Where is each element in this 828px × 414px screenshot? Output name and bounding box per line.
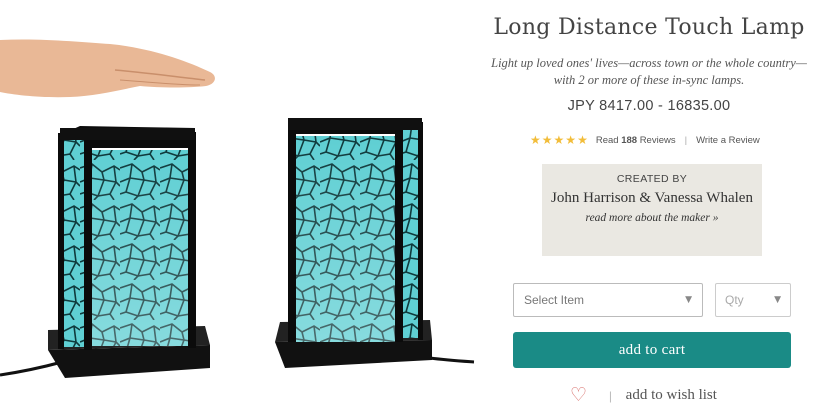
- qty-dropdown[interactable]: Qty ▼: [715, 283, 791, 317]
- review-separator: |: [684, 134, 688, 146]
- product-info: Long Distance Touch Lamp Light up loved …: [490, 0, 828, 414]
- qty-placeholder: Qty: [725, 293, 744, 307]
- chevron-down-icon: ▼: [774, 295, 781, 305]
- maker-box: CREATED BY John Harrison & Vanessa Whale…: [542, 164, 762, 256]
- select-item-placeholder: Select Item: [524, 293, 585, 307]
- write-review-link[interactable]: Write a Review: [696, 135, 760, 146]
- star-icon: ★: [553, 133, 565, 147]
- star-icon: ★: [541, 133, 553, 147]
- add-to-wishlist-link[interactable]: add to wish list: [626, 387, 717, 404]
- star-icon: ★: [577, 133, 588, 147]
- product-price: JPY 8417.00 - 16835.00: [567, 98, 731, 114]
- maker-link-label: read more about the maker: [585, 212, 710, 224]
- wishlist-row: ♡ | add to wish list: [570, 386, 717, 405]
- read-suffix: Reviews: [639, 134, 676, 146]
- left-lamp: [48, 126, 210, 378]
- select-item-dropdown[interactable]: Select Item ▼: [513, 283, 703, 317]
- product-subtitle: Light up loved ones' lives—across town o…: [490, 55, 808, 89]
- read-reviews-link[interactable]: Read 188 Reviews: [596, 135, 676, 146]
- maker-names: John Harrison & Vanessa Whalen: [551, 190, 753, 206]
- review-count: 188: [621, 134, 638, 146]
- hand-image: [0, 39, 215, 98]
- chevron-down-icon: ▼: [685, 295, 692, 305]
- subtitle-line-2: with 2 or more of these in-sync lamps.: [553, 73, 745, 87]
- star-icon: ★: [565, 133, 577, 147]
- reviews-bar: ★ ★ ★ ★ ★ Read 188 Reviews | Write a Review: [530, 133, 760, 147]
- maker-heading: CREATED BY: [616, 173, 688, 185]
- subtitle-line-1: Light up loved ones' lives—across town o…: [491, 56, 807, 70]
- read-prefix: Read: [595, 134, 619, 146]
- add-to-cart-button[interactable]: add to cart: [513, 332, 791, 368]
- maker-link[interactable]: read more about the maker »: [542, 212, 762, 224]
- chevron-right-icon: »: [712, 212, 719, 224]
- product-image: [0, 0, 490, 414]
- wishlist-separator: |: [609, 387, 612, 403]
- star-icon: ★: [530, 133, 541, 147]
- star-rating: ★ ★ ★ ★ ★: [530, 134, 588, 146]
- product-title: Long Distance Touch Lamp: [493, 15, 805, 40]
- right-lamp: [275, 118, 432, 368]
- heart-icon[interactable]: ♡: [570, 386, 587, 405]
